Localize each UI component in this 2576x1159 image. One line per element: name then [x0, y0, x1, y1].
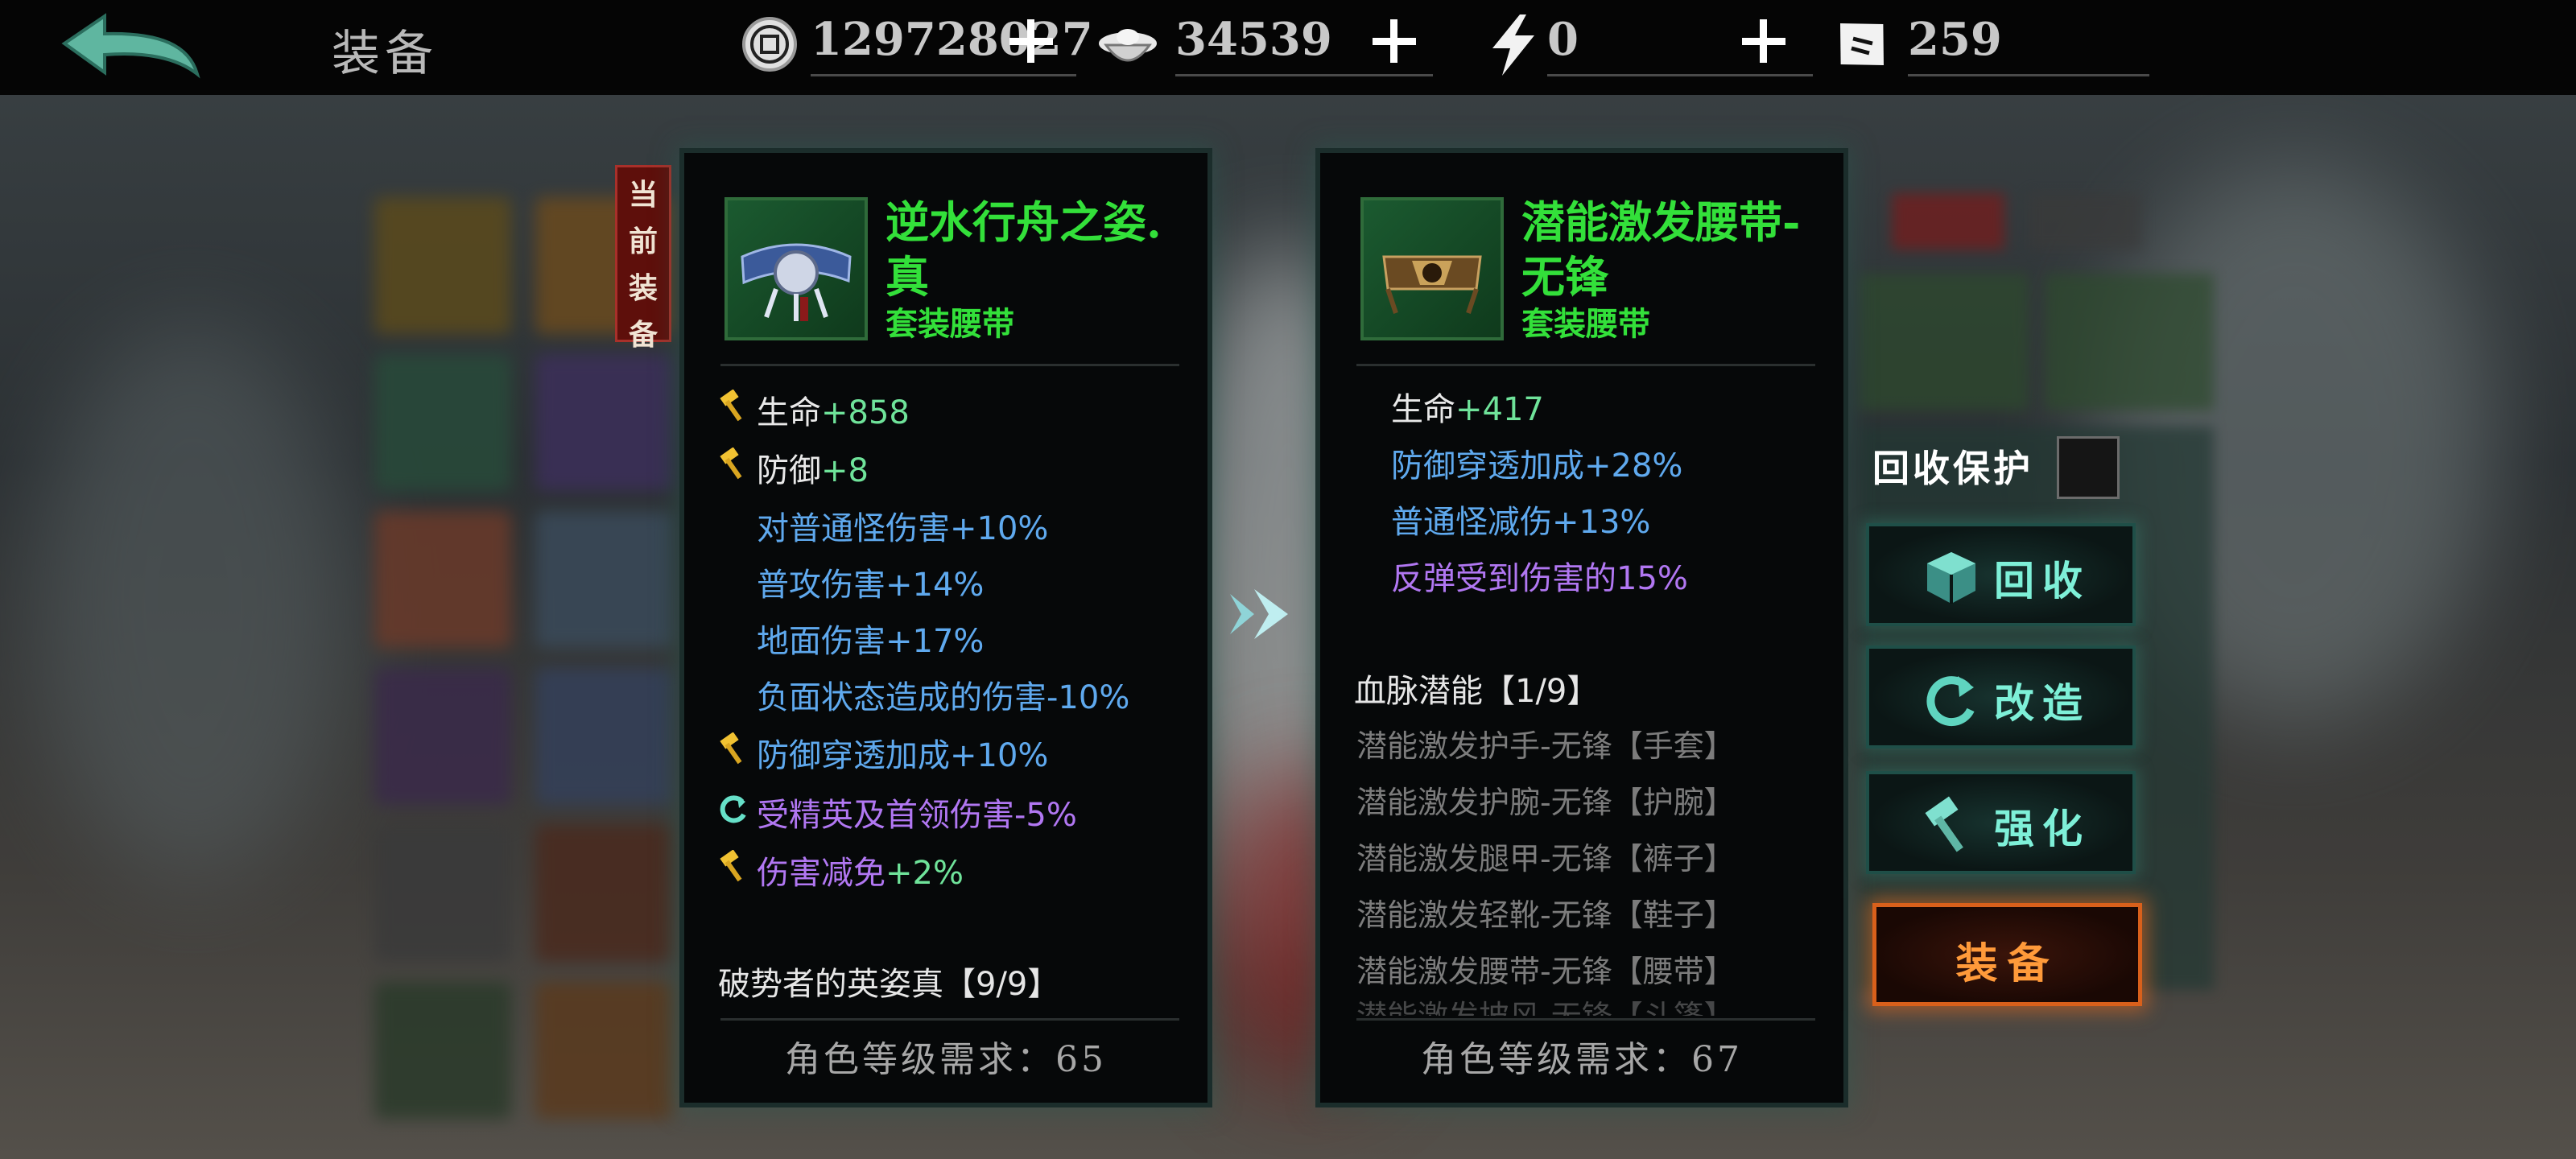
- stat-row: 地面伤害+17%: [757, 623, 985, 660]
- plus-icon[interactable]: [1366, 13, 1422, 69]
- equip-button[interactable]: 装备: [1872, 903, 2142, 1006]
- reforge-button[interactable]: 改造: [1866, 645, 2136, 749]
- stat-row: 普攻伤害+14%: [757, 567, 985, 604]
- set-list-clip: 潜能激发披风-无锋【斗篷】: [1320, 998, 1843, 1016]
- stat-row: 防御+8: [720, 444, 869, 491]
- recycle-button[interactable]: 回收: [1866, 523, 2136, 626]
- recycle-cube-icon: [1927, 552, 1975, 604]
- enhance-button[interactable]: 强化: [1866, 771, 2136, 874]
- back-arrow-icon[interactable]: [56, 10, 209, 90]
- set-item: 潜能激发腰带-无锋【腰带】: [1356, 954, 1735, 989]
- page-title: 装备: [332, 26, 438, 82]
- lightning-icon: [1492, 14, 1534, 76]
- set-title: 血脉潜能【1/9】: [1354, 673, 1600, 710]
- set-title: 破势者的英姿真【9/9】: [718, 966, 1060, 1003]
- belt-item-icon: [1360, 197, 1504, 340]
- divider: [720, 364, 1179, 366]
- resource-energy: 0: [1481, 8, 1813, 80]
- stat-row: 防御穿透加成+10%: [720, 729, 1048, 776]
- stat-row: 负面状态造成的伤害-10%: [757, 679, 1130, 716]
- add-coin-button[interactable]: [1003, 8, 1067, 80]
- item-name: 潜能激发腰带-无锋: [1521, 196, 1801, 303]
- stat-row: 生命+417: [1391, 391, 1544, 428]
- refresh-icon: [1926, 676, 1975, 727]
- stat-row: 防御穿透加成+28%: [1391, 448, 1683, 485]
- stat-row: 受精英及首领伤害-5%: [720, 789, 1077, 835]
- resource-ticket: 259: [1829, 8, 2151, 80]
- hammer-icon: [720, 390, 742, 422]
- current-item-panel: 逆水行舟之姿.真 套装腰带 生命+858 防御+8 对普通怪伤害+10% 普攻伤…: [684, 153, 1208, 1103]
- item-type: 套装腰带: [886, 305, 1014, 343]
- add-energy-button[interactable]: [1736, 8, 1800, 80]
- refresh-icon: [720, 795, 746, 823]
- set-item: 潜能激发轻靴-无锋【鞋子】: [1356, 897, 1735, 933]
- set-item: 潜能激发腿甲-无锋【裤子】: [1356, 841, 1735, 876]
- coin-icon: [742, 17, 797, 72]
- double-chevron-right-icon: [1230, 589, 1288, 639]
- set-item: 潜能激发披风-无锋【斗篷】: [1356, 998, 1735, 1016]
- recycle-protection-checkbox[interactable]: [2057, 436, 2120, 499]
- set-item: 潜能激发护手-无锋【手套】: [1356, 728, 1735, 764]
- stat-row: 对普通怪伤害+10%: [757, 510, 1049, 547]
- level-requirement: 角色等级需求：67: [1421, 1039, 1743, 1080]
- stat-row: 普通怪减伤+13%: [1391, 504, 1651, 541]
- belt-item-icon: [724, 197, 868, 340]
- divider: [1356, 364, 1815, 366]
- ingot-icon: [1099, 29, 1157, 62]
- hammer-icon: [1925, 796, 1963, 852]
- top-bar: 装备 129728027 34539 0 259: [0, 0, 2576, 95]
- plus-icon[interactable]: [1736, 13, 1792, 69]
- new-item-panel: 潜能激发腰带-无锋 套装腰带 生命+417 防御穿透加成+28% 普通怪减伤+1…: [1320, 153, 1843, 1103]
- stat-row: 反弹受到伤害的15%: [1391, 560, 1688, 597]
- ticket-icon: [1840, 23, 1884, 65]
- divider: [1356, 1018, 1815, 1021]
- current-equipped-tag: 当 前 装 备: [615, 165, 671, 352]
- plus-icon[interactable]: [1003, 13, 1059, 69]
- hammer-icon: [720, 448, 742, 480]
- resource-coin: 129728027: [737, 8, 1093, 80]
- stat-row: 生命+858: [720, 386, 910, 433]
- add-ingot-button[interactable]: [1366, 8, 1430, 80]
- divider: [720, 1018, 1179, 1021]
- set-item: 潜能激发护腕-无锋【护腕】: [1356, 785, 1735, 820]
- resource-ingot: 34539: [1095, 8, 1433, 80]
- item-name: 逆水行舟之姿.真: [886, 196, 1162, 303]
- hammer-icon: [720, 850, 742, 882]
- recycle-protection-label: 回收保护: [1872, 447, 2033, 490]
- hammer-icon: [720, 732, 742, 765]
- level-requirement: 角色等级需求：65: [785, 1039, 1107, 1080]
- stat-row: 伤害减免+2%: [720, 847, 964, 893]
- item-type: 套装腰带: [1521, 305, 1650, 343]
